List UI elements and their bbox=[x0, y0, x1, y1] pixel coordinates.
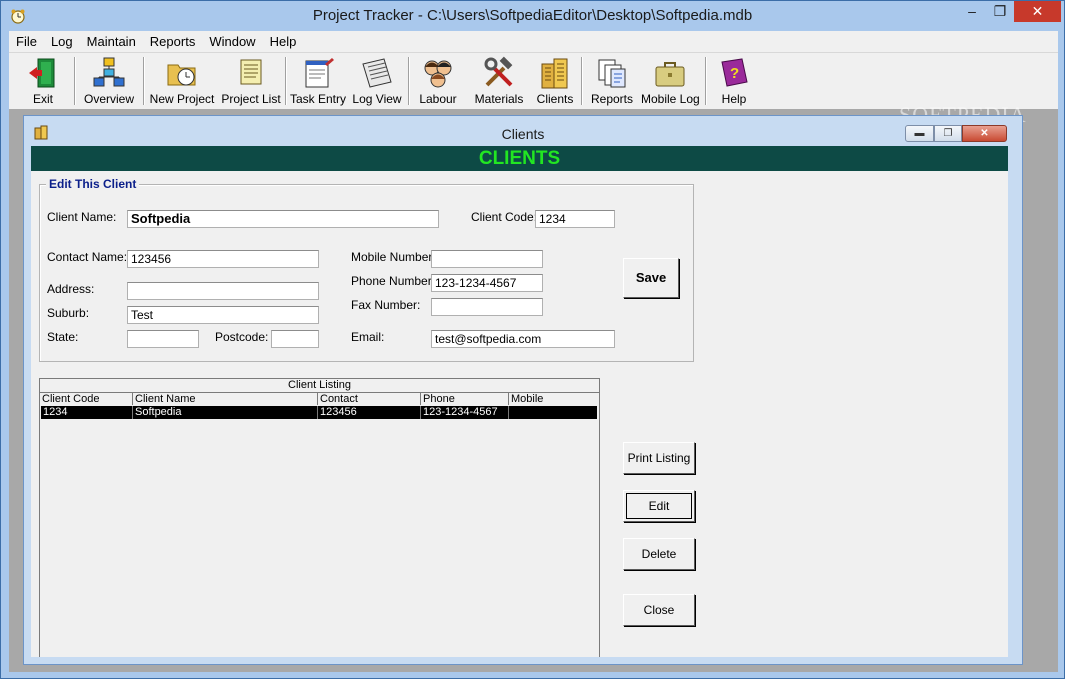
column-header-client-code[interactable]: Client Code bbox=[40, 392, 133, 405]
cell-client-name: Softpedia bbox=[133, 406, 318, 419]
people-icon bbox=[424, 60, 452, 88]
toolbar-new-project-button[interactable]: New Project bbox=[149, 56, 215, 108]
column-header-contact[interactable]: Contact bbox=[318, 392, 421, 405]
edit-client-group-title: Edit This Client bbox=[46, 177, 140, 191]
scroll-icon bbox=[240, 59, 262, 85]
client-code-field[interactable]: 1234 bbox=[535, 210, 615, 228]
exit-door-icon bbox=[29, 58, 55, 88]
toolbar-separator bbox=[74, 57, 76, 105]
cell-phone: 123-1234-4567 bbox=[421, 406, 509, 419]
address-label: Address: bbox=[47, 282, 95, 296]
toolbar-separator bbox=[581, 57, 583, 105]
client-name-field[interactable]: Softpedia bbox=[127, 210, 439, 228]
minimize-button[interactable]: – bbox=[958, 1, 986, 22]
edit-button[interactable]: Edit bbox=[623, 490, 695, 522]
toolbar-task-entry-button[interactable]: Task Entry bbox=[290, 56, 346, 108]
column-header-mobile[interactable]: Mobile bbox=[509, 392, 599, 405]
phone-number-field[interactable]: 123-1234-4567 bbox=[431, 274, 543, 292]
postcode-label: Postcode: bbox=[215, 330, 269, 344]
suburb-field[interactable]: Test bbox=[127, 306, 319, 324]
email-field[interactable]: test@softpedia.com bbox=[431, 330, 615, 348]
address-field[interactable] bbox=[127, 282, 319, 300]
toolbar-help-button[interactable]: ? Help bbox=[712, 56, 756, 108]
clients-form: CLIENTS Edit This Client Client Name: So… bbox=[31, 146, 1008, 657]
window-title: Project Tracker - C:\Users\SoftpediaEdit… bbox=[312, 7, 753, 24]
menu-help[interactable]: Help bbox=[263, 31, 304, 52]
child-minimize-button[interactable]: ▬ bbox=[905, 125, 934, 142]
toolbar-labour-button[interactable]: Labour bbox=[413, 56, 463, 108]
email-label: Email: bbox=[351, 330, 385, 344]
clients-window: Clients ▬ ❐ ✕ CLIENTS Edit This Client C… bbox=[23, 115, 1023, 665]
cell-mobile bbox=[509, 406, 597, 419]
menu-log[interactable]: Log bbox=[44, 31, 80, 52]
delete-button[interactable]: Delete bbox=[623, 538, 695, 570]
menu-window[interactable]: Window bbox=[202, 31, 262, 52]
folder-clock-icon bbox=[167, 64, 196, 86]
log-pages-icon bbox=[362, 58, 392, 88]
tools-icon bbox=[484, 56, 513, 87]
child-restore-button[interactable]: ❐ bbox=[934, 125, 962, 142]
toolbar-reports-button[interactable]: Reports bbox=[587, 56, 637, 108]
fax-number-label: Fax Number: bbox=[351, 298, 421, 312]
toolbar-separator bbox=[285, 57, 287, 105]
contact-name-label: Contact Name: bbox=[47, 250, 128, 264]
menu-bar: File Log Maintain Reports Window Help bbox=[9, 31, 1058, 52]
clients-banner: CLIENTS bbox=[31, 146, 1008, 171]
toolbar-separator bbox=[705, 57, 707, 105]
toolbar-separator bbox=[143, 57, 145, 105]
postcode-field[interactable] bbox=[271, 330, 319, 348]
contact-name-field[interactable]: 123456 bbox=[127, 250, 319, 268]
client-name-label: Client Name: bbox=[47, 210, 117, 224]
toolbar-materials-button[interactable]: Materials bbox=[473, 56, 525, 108]
close-button[interactable]: Close bbox=[623, 594, 695, 626]
phone-number-label: Phone Number: bbox=[351, 274, 436, 288]
clients-window-title: Clients bbox=[501, 126, 545, 142]
client-listing: Client Listing Client Code Client Name C… bbox=[39, 378, 600, 657]
toolbar-clients-button[interactable]: Clients bbox=[533, 56, 577, 108]
menu-reports[interactable]: Reports bbox=[143, 31, 203, 52]
main-window: Project Tracker - C:\Users\SoftpediaEdit… bbox=[0, 0, 1065, 679]
title-bar[interactable]: Project Tracker - C:\Users\SoftpediaEdit… bbox=[1, 1, 1064, 31]
column-header-phone[interactable]: Phone bbox=[421, 392, 509, 405]
client-listing-caption: Client Listing bbox=[288, 379, 351, 391]
toolbar-overview-button[interactable]: Overview bbox=[79, 56, 139, 108]
state-field[interactable] bbox=[127, 330, 199, 348]
suburb-label: Suburb: bbox=[47, 306, 90, 320]
toolbar-exit-button[interactable]: Exit bbox=[17, 56, 69, 108]
mobile-number-label: Mobile Number: bbox=[351, 250, 436, 264]
toolbar-separator bbox=[408, 57, 410, 105]
toolbar-log-view-button[interactable]: Log View bbox=[350, 56, 404, 108]
cell-contact: 123456 bbox=[318, 406, 421, 419]
column-header-client-name[interactable]: Client Name bbox=[133, 392, 318, 405]
briefcase-icon bbox=[655, 62, 685, 87]
state-label: State: bbox=[47, 330, 79, 344]
table-row[interactable]: 1234 Softpedia 123456 123-1234-4567 bbox=[41, 406, 597, 419]
client-code-label: Client Code: bbox=[471, 210, 538, 224]
close-window-button[interactable]: ✕ bbox=[1014, 1, 1061, 22]
menu-maintain[interactable]: Maintain bbox=[80, 31, 143, 52]
buildings-icon bbox=[541, 58, 568, 89]
toolbar-project-list-button[interactable]: Project List bbox=[221, 56, 281, 108]
documents-icon bbox=[598, 59, 626, 88]
cell-client-code: 1234 bbox=[41, 406, 133, 419]
svg-text:?: ? bbox=[730, 65, 739, 82]
notepad-pen-icon bbox=[305, 58, 334, 88]
child-close-button[interactable]: ✕ bbox=[962, 125, 1007, 142]
menu-file[interactable]: File bbox=[9, 31, 44, 52]
fax-number-field[interactable] bbox=[431, 298, 543, 316]
maximize-button[interactable]: ❐ bbox=[986, 1, 1014, 22]
help-book-icon: ? bbox=[721, 58, 748, 87]
toolbar-mobile-log-button[interactable]: Mobile Log bbox=[641, 56, 700, 108]
save-button[interactable]: Save bbox=[623, 258, 679, 298]
mobile-number-field[interactable] bbox=[431, 250, 543, 268]
print-listing-button[interactable]: Print Listing bbox=[623, 442, 695, 474]
toolbar: Exit Overview New Project Project List T… bbox=[9, 52, 1058, 109]
clients-window-title-bar[interactable]: Clients ▬ ❐ ✕ bbox=[24, 116, 1022, 145]
hierarchy-icon bbox=[93, 57, 125, 87]
